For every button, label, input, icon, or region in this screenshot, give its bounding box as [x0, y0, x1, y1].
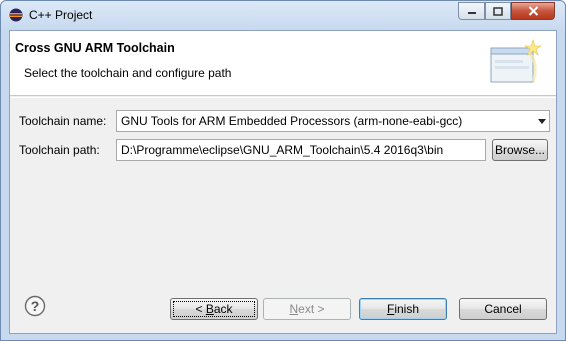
back-mnemonic: B	[205, 302, 214, 316]
page-title: Cross GNU ARM Toolchain	[15, 41, 175, 55]
dialog-body: Cross GNU ARM Toolchain Select the toolc…	[9, 30, 557, 334]
eclipse-icon	[9, 8, 23, 22]
toolchain-name-value: GNU Tools for ARM Embedded Processors (a…	[121, 114, 463, 128]
next-mnemonic: N	[289, 302, 299, 316]
maximize-button[interactable]	[485, 2, 511, 20]
back-button[interactable]: < Back	[170, 298, 258, 320]
minimize-button[interactable]	[458, 2, 485, 20]
minimize-icon	[467, 12, 476, 14]
toolchain-path-value: D:\Programme\eclipse\GNU_ARM_Toolchain\5…	[121, 143, 444, 157]
maximize-icon	[493, 6, 503, 16]
header-separator	[10, 97, 556, 98]
toolchain-path-label: Toolchain path:	[19, 143, 100, 157]
back-rest: ack	[213, 302, 233, 316]
new-project-wizard-icon	[490, 39, 543, 83]
back-prefix: <	[195, 302, 206, 316]
svg-text:?: ?	[31, 298, 40, 314]
toolchain-path-input[interactable]: D:\Programme\eclipse\GNU_ARM_Toolchain\5…	[116, 139, 486, 161]
finish-rest: inish	[394, 302, 420, 316]
chevron-down-icon[interactable]	[538, 119, 546, 124]
finish-button[interactable]: Finish	[359, 298, 447, 320]
toolchain-name-combo[interactable]: GNU Tools for ARM Embedded Processors (a…	[116, 110, 550, 132]
dialog-window: C++ Project Cross GNU ARM Toolchain Sele…	[0, 0, 566, 341]
cancel-button[interactable]: Cancel	[459, 298, 547, 320]
page-description: Select the toolchain and configure path	[24, 66, 232, 80]
wizard-header: Cross GNU ARM Toolchain Select the toolc…	[10, 31, 556, 96]
close-button[interactable]	[511, 2, 555, 20]
next-rest: ext >	[298, 302, 325, 316]
title-bar[interactable]: C++ Project	[1, 1, 565, 29]
help-icon[interactable]: ?	[24, 295, 46, 317]
close-icon	[528, 6, 538, 16]
next-button[interactable]: Next >	[263, 298, 351, 320]
toolchain-name-label: Toolchain name:	[19, 114, 107, 128]
browse-button[interactable]: Browse...	[492, 139, 548, 161]
window-title: C++ Project	[29, 8, 93, 22]
